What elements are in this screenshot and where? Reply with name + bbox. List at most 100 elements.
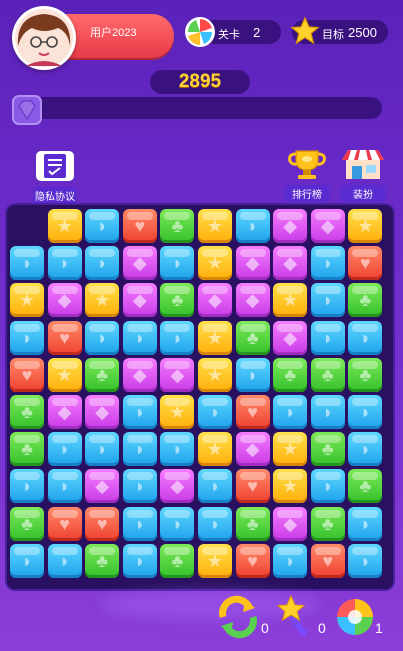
green-block[interactable]: ♣ — [310, 506, 345, 541]
green-block[interactable]: ♣ — [160, 283, 195, 318]
yellow-block[interactable]: ★ — [198, 357, 232, 392]
yellow-block[interactable]: ★ — [273, 432, 308, 467]
pink-block[interactable]: ◆ — [122, 357, 157, 392]
green-block[interactable]: ♣ — [85, 543, 120, 578]
blue-block[interactable]: ◗ — [310, 395, 345, 429]
green-block[interactable]: ♣ — [85, 357, 120, 392]
pink-block[interactable]: ◆ — [273, 246, 308, 281]
blue-block[interactable]: ◗ — [348, 543, 383, 578]
blue-block[interactable]: ◗ — [85, 320, 120, 355]
pink-block[interactable]: ◆ — [122, 246, 157, 281]
yellow-block[interactable]: ★ — [47, 357, 82, 392]
blue-block[interactable]: ◗ — [10, 246, 44, 281]
blue-block[interactable]: ◗ — [85, 432, 120, 467]
pink-block[interactable]: ◆ — [160, 469, 195, 504]
red-block[interactable]: ♥ — [85, 506, 120, 541]
green-block[interactable]: ♣ — [348, 469, 383, 504]
yellow-block[interactable]: ★ — [160, 395, 195, 429]
blue-block[interactable]: ◗ — [310, 283, 345, 318]
color-ball-powerup[interactable] — [333, 595, 377, 639]
green-block[interactable]: ♣ — [348, 283, 383, 318]
pink-block[interactable]: ◆ — [47, 283, 82, 318]
blue-block[interactable]: ◗ — [47, 543, 82, 578]
blue-block[interactable]: ◗ — [122, 469, 157, 504]
yellow-block[interactable]: ★ — [85, 283, 120, 318]
pink-block[interactable]: ◆ — [310, 209, 345, 243]
yellow-block[interactable]: ★ — [198, 432, 232, 467]
green-block[interactable]: ♣ — [160, 543, 195, 578]
blue-block[interactable]: ◗ — [273, 395, 308, 429]
blue-block[interactable]: ◗ — [235, 209, 270, 243]
privacy-policy-button[interactable]: 隐私协议 — [33, 150, 77, 204]
pink-block[interactable]: ◆ — [85, 395, 120, 429]
blue-block[interactable]: ◗ — [85, 209, 120, 243]
green-block[interactable]: ♣ — [273, 357, 308, 392]
pink-block[interactable]: ◆ — [273, 506, 308, 541]
pink-block[interactable]: ◆ — [273, 320, 308, 355]
blue-block[interactable]: ◗ — [160, 320, 195, 355]
red-block[interactable]: ♥ — [235, 469, 270, 504]
green-block[interactable]: ♣ — [310, 432, 345, 467]
yellow-block[interactable]: ★ — [198, 543, 232, 578]
blue-block[interactable]: ◗ — [122, 320, 157, 355]
blue-block[interactable]: ◗ — [122, 432, 157, 467]
red-block[interactable]: ♥ — [235, 395, 270, 429]
pink-block[interactable]: ◆ — [235, 283, 270, 318]
blue-block[interactable]: ◗ — [160, 432, 195, 467]
blue-block[interactable]: ◗ — [47, 432, 82, 467]
yellow-block[interactable]: ★ — [47, 209, 82, 243]
blue-block[interactable]: ◗ — [310, 320, 345, 355]
blue-block[interactable]: ◗ — [122, 543, 157, 578]
red-block[interactable]: ♥ — [310, 543, 345, 578]
green-block[interactable]: ♣ — [235, 320, 270, 355]
blue-block[interactable]: ◗ — [310, 469, 345, 504]
yellow-block[interactable]: ★ — [348, 209, 383, 243]
yellow-block[interactable]: ★ — [273, 469, 308, 504]
yellow-block[interactable]: ★ — [10, 283, 44, 318]
blue-block[interactable]: ◗ — [235, 357, 270, 392]
green-block[interactable]: ♣ — [10, 506, 44, 541]
blue-block[interactable]: ◗ — [47, 469, 82, 504]
red-block[interactable]: ♥ — [47, 506, 82, 541]
red-block[interactable]: ♥ — [348, 246, 383, 281]
green-block[interactable]: ♣ — [10, 432, 44, 467]
pink-block[interactable]: ◆ — [160, 357, 195, 392]
pink-block[interactable]: ◆ — [273, 209, 308, 243]
blue-block[interactable]: ◗ — [198, 395, 232, 429]
blue-block[interactable]: ◗ — [310, 246, 345, 281]
blue-block[interactable]: ◗ — [160, 246, 195, 281]
blue-block[interactable]: ◗ — [348, 320, 383, 355]
red-block[interactable]: ♥ — [235, 543, 270, 578]
blue-block[interactable]: ◗ — [348, 506, 383, 541]
green-block[interactable]: ♣ — [160, 209, 195, 243]
refresh-powerup[interactable] — [215, 595, 261, 639]
pink-block[interactable]: ◆ — [47, 395, 82, 429]
yellow-block[interactable]: ★ — [198, 209, 232, 243]
blue-block[interactable]: ◗ — [10, 320, 44, 355]
red-block[interactable]: ♥ — [47, 320, 82, 355]
yellow-block[interactable]: ★ — [198, 246, 232, 281]
blue-block[interactable]: ◗ — [122, 506, 157, 541]
red-block[interactable]: ♥ — [10, 357, 44, 392]
leaderboard-button[interactable]: 排行榜 — [284, 148, 330, 202]
red-block[interactable]: ♥ — [122, 209, 157, 243]
yellow-block[interactable]: ★ — [273, 283, 308, 318]
green-block[interactable]: ♣ — [10, 395, 44, 429]
green-block[interactable]: ♣ — [235, 506, 270, 541]
blue-block[interactable]: ◗ — [198, 469, 232, 504]
pink-block[interactable]: ◆ — [235, 432, 270, 467]
pink-block[interactable]: ◆ — [122, 283, 157, 318]
green-block[interactable]: ♣ — [348, 357, 383, 392]
yellow-block[interactable]: ★ — [198, 320, 232, 355]
blue-block[interactable]: ◗ — [10, 469, 44, 504]
blue-block[interactable]: ◗ — [348, 432, 383, 467]
blue-block[interactable]: ◗ — [10, 543, 44, 578]
blue-block[interactable]: ◗ — [47, 246, 82, 281]
blue-block[interactable]: ◗ — [273, 543, 308, 578]
blue-block[interactable]: ◗ — [198, 506, 232, 541]
pink-block[interactable]: ◆ — [235, 246, 270, 281]
magic-wand-powerup[interactable] — [275, 594, 319, 638]
green-block[interactable]: ♣ — [310, 357, 345, 392]
blue-block[interactable]: ◗ — [348, 395, 383, 429]
dressup-button[interactable]: 装扮 — [340, 148, 386, 202]
